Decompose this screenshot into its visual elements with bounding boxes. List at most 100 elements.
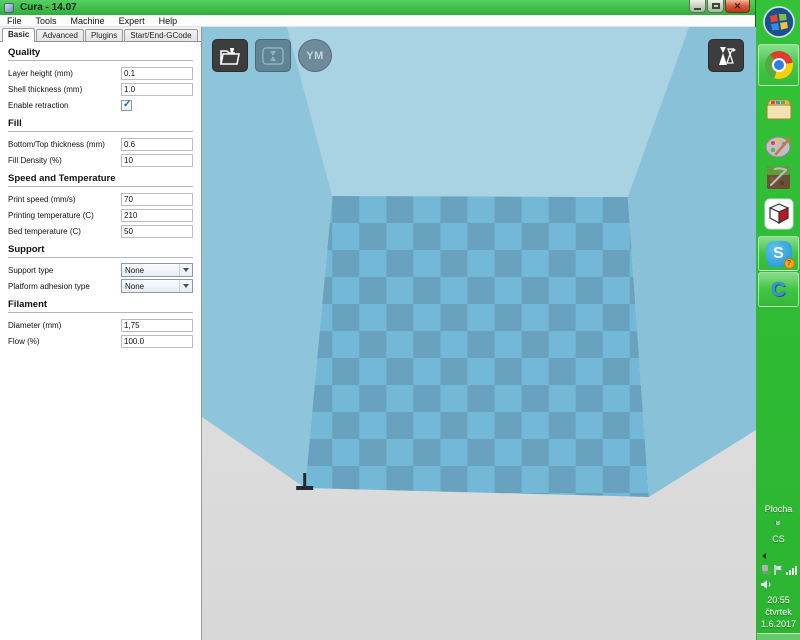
menu-bar: File Tools Machine Expert Help (0, 15, 755, 27)
windows-start-icon (763, 6, 795, 38)
paint-taskbar-button[interactable] (757, 128, 800, 164)
platform-adhesion-type-select[interactable]: None (121, 279, 193, 293)
language-indicator[interactable]: CS (757, 533, 800, 545)
toolpath-button[interactable] (255, 39, 291, 72)
clock-weekday[interactable]: čtvrtek (757, 606, 800, 618)
section-fill: Fill (8, 118, 193, 132)
print-speed-input[interactable] (121, 193, 193, 206)
layer-height-input[interactable] (121, 67, 193, 80)
folder-icon (764, 96, 794, 124)
layer-height-label: Layer height (mm) (8, 69, 121, 78)
chevron-down-icon (179, 264, 192, 276)
skype-icon: S ? (766, 241, 792, 267)
filament-diameter-input[interactable] (121, 319, 193, 332)
minimize-icon (694, 8, 701, 10)
print-bed-scene (202, 27, 756, 640)
tray-icons (757, 563, 800, 577)
tab-basic[interactable]: Basic (2, 28, 35, 42)
app-icon (4, 3, 14, 13)
3d-viewport[interactable]: YM (202, 27, 756, 640)
tab-strip: Basic Advanced Plugins Start/End-GCode (0, 27, 201, 42)
printing-temperature-input[interactable] (121, 209, 193, 222)
skype-taskbar-button[interactable]: S ? (758, 236, 799, 271)
settings-form: Quality Layer height (mm) Shell thicknes… (0, 42, 201, 640)
minimize-button[interactable] (689, 0, 706, 13)
palette-icon (764, 132, 794, 160)
shell-thickness-input[interactable] (121, 83, 193, 96)
chevron-down-icon (179, 280, 192, 292)
triangle-left-icon (760, 552, 768, 560)
desktop: Cura - 14.07 ✕ File Tools Machine Expert… (0, 0, 800, 640)
explorer-taskbar-button[interactable] (757, 92, 800, 128)
section-filament: Filament (8, 299, 193, 313)
action-center-flag-icon[interactable] (773, 564, 784, 576)
flow-label: Flow (%) (8, 337, 121, 346)
fill-density-label: Fill Density (%) (8, 156, 121, 165)
view-mode-button[interactable] (708, 39, 744, 72)
flow-input[interactable] (121, 335, 193, 348)
tab-plugins[interactable]: Plugins (85, 29, 123, 41)
bed-floor-checkerboard (305, 196, 649, 497)
grass-block-icon (765, 164, 792, 191)
chrome-taskbar-button[interactable] (758, 44, 799, 86)
bed-temperature-label: Bed temperature (C) (8, 227, 121, 236)
bottom-top-thickness-label: Bottom/Top thickness (mm) (8, 140, 121, 149)
settings-panel: Basic Advanced Plugins Start/End-GCode Q… (0, 27, 202, 640)
taskbar: S ? C Plocha » CS (757, 0, 800, 640)
menu-expert[interactable]: Expert (113, 16, 151, 26)
menu-file[interactable]: File (1, 16, 28, 26)
tab-advanced[interactable]: Advanced (36, 29, 84, 41)
enable-retraction-checkbox[interactable] (121, 100, 132, 111)
bed-origin-marker (296, 486, 313, 490)
minecraft-taskbar-button[interactable] (757, 160, 800, 194)
usb-device-icon[interactable] (760, 564, 771, 576)
load-model-button[interactable] (212, 39, 248, 72)
cura-taskbar-button[interactable]: C (758, 272, 799, 307)
bed-temperature-input[interactable] (121, 225, 193, 238)
view-mode-icon (714, 45, 738, 67)
print-speed-label: Print speed (mm/s) (8, 195, 121, 204)
show-desktop-button[interactable] (757, 633, 800, 640)
start-button[interactable] (757, 5, 800, 39)
clock-date[interactable]: 1.6.2017 (757, 618, 800, 630)
support-type-select[interactable]: None (121, 263, 193, 277)
filament-diameter-label: Diameter (mm) (8, 321, 121, 330)
cura-window: Cura - 14.07 ✕ File Tools Machine Expert… (0, 0, 756, 640)
window-title: Cura - 14.07 (20, 2, 77, 13)
load-folder-icon (218, 45, 242, 67)
menu-help[interactable]: Help (153, 16, 184, 26)
toolpath-icon (261, 45, 285, 67)
fill-density-input[interactable] (121, 154, 193, 167)
menu-tools[interactable]: Tools (30, 16, 63, 26)
show-hidden-icons-button[interactable] (757, 551, 800, 561)
maximize-icon (712, 3, 720, 9)
clock-time[interactable]: 20:55 (757, 594, 800, 606)
chevron-icon: » (773, 520, 783, 525)
cube-app-taskbar-button[interactable] (757, 195, 800, 233)
cura-c-icon: C (771, 280, 785, 300)
speaker-icon (760, 579, 774, 590)
volume-button[interactable] (757, 578, 800, 591)
bed-back-wall (287, 27, 689, 197)
support-type-label: Support type (8, 266, 121, 275)
section-speed-temperature: Speed and Temperature (8, 173, 193, 187)
window-titlebar[interactable]: Cura - 14.07 ✕ (0, 0, 755, 15)
maximize-button[interactable] (707, 0, 724, 13)
network-signal-icon[interactable] (786, 564, 798, 576)
3d-cube-icon (764, 197, 794, 231)
platform-adhesion-type-label: Platform adhesion type (8, 282, 121, 291)
chrome-icon (765, 51, 793, 79)
menu-machine[interactable]: Machine (65, 16, 111, 26)
enable-retraction-label: Enable retraction (8, 101, 121, 110)
section-quality: Quality (8, 47, 193, 61)
section-support: Support (8, 244, 193, 258)
desktop-toolbar-label[interactable]: Plocha (757, 503, 800, 515)
tab-start-end-gcode[interactable]: Start/End-GCode (124, 29, 197, 41)
bottom-top-thickness-input[interactable] (121, 138, 193, 151)
close-icon: ✕ (734, 2, 742, 11)
printing-temperature-label: Printing temperature (C) (8, 211, 121, 220)
youmagine-share-button[interactable]: YM (298, 39, 332, 72)
close-button[interactable]: ✕ (725, 0, 750, 13)
youmagine-label: YM (306, 50, 324, 62)
toolbar-chevron[interactable]: » (757, 517, 800, 529)
